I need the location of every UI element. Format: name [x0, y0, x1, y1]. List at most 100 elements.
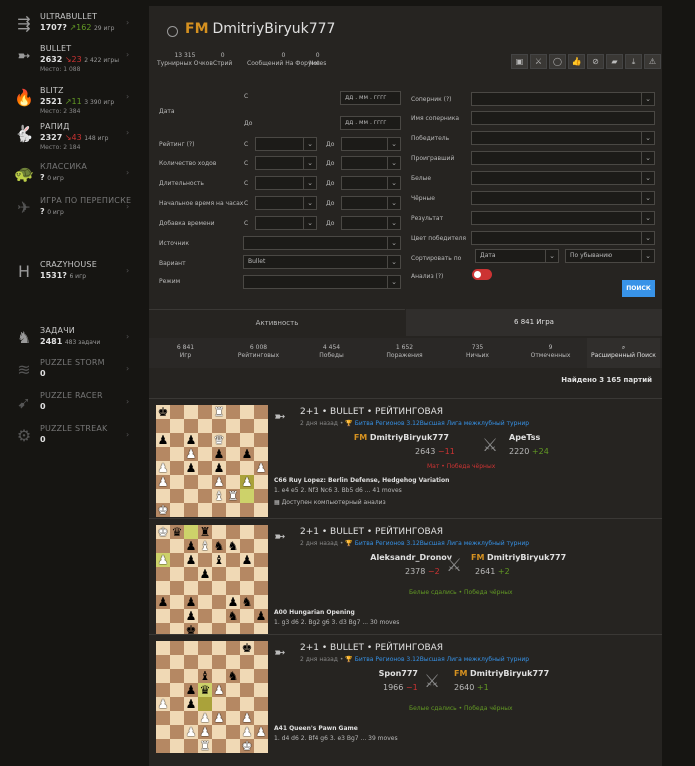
opponent-name-input[interactable]	[471, 111, 655, 125]
block-button[interactable]: ⊘	[587, 54, 604, 69]
stat-0[interactable]: 13 315 Турнирных Очков	[157, 52, 213, 68]
chevron-right-icon: ›	[126, 202, 130, 211]
board-square	[254, 489, 268, 503]
board-square	[184, 503, 198, 517]
white-select[interactable]: ⌄	[471, 171, 655, 185]
stat-3[interactable]: 0 Notes	[309, 52, 326, 68]
opening-name[interactable]: A00 Hungarian Opening	[274, 609, 355, 616]
perf-ultrabullet[interactable]: ⇶ ULTRABULLET 1707? ↗162 29 игр ›	[0, 10, 140, 40]
perf-классика[interactable]: 🐢 КЛАССИКА ? 0 игр ›	[0, 160, 140, 190]
moves-from-label: С	[244, 160, 249, 167]
perf-puzzle-storm[interactable]: ≋ PUZZLE STORM 0 ›	[0, 356, 140, 386]
tab-games[interactable]: 6 841 Игра	[406, 309, 662, 336]
chevron-down-icon: ⌄	[387, 157, 400, 169]
video-button[interactable]: ▣	[511, 54, 528, 69]
clock-increment-from-select[interactable]: ⌄	[255, 216, 317, 230]
black-player[interactable]: FM DmitriyBiryuk777	[454, 669, 549, 678]
board-thumbnail[interactable]: ♚ ♜ ♟ ♟ ♛ ♟ ♟ ♟ ♟ ♟ ♟ ♟ ♟ ♟ ♟ ♝ ♜ ♚	[156, 405, 268, 517]
filter-label: Игр	[179, 352, 192, 359]
analysis-available[interactable]: ▦ Доступен компьютерный анализ	[274, 499, 386, 506]
swords-button[interactable]: ⚔	[530, 54, 547, 69]
board-thumbnail[interactable]: ♚ ♝ ♞ ♟ ♛ ♟ ♟ ♟ ♟ ♟ ♟ ♟ ♟ ♟ ♟ ♜ ♚	[156, 641, 268, 753]
trophy-icon: 🏆	[345, 420, 353, 427]
board-square	[254, 581, 268, 595]
result-select[interactable]: ⌄	[471, 211, 655, 225]
mode-select[interactable]: ⌄	[243, 275, 401, 289]
clock-increment-to-select[interactable]: ⌄	[341, 216, 401, 230]
chevron-down-icon: ⌄	[387, 177, 400, 189]
rating-to-select[interactable]: ⌄	[341, 137, 401, 151]
tournament-link[interactable]: 🏆 Битва Регионов 3.12Высшая Лига межклуб…	[345, 656, 529, 663]
game-row[interactable]: ♚ ♝ ♞ ♟ ♛ ♟ ♟ ♟ ♟ ♟ ♟ ♟ ♟ ♟ ♟ ♜ ♚ ➼ 2+1 • BULLET • РЕЙТИ…	[149, 634, 662, 764]
opening-name[interactable]: A41 Queen's Pawn Game	[274, 725, 358, 732]
game-row[interactable]: ♚ ♛ ♜ ♟ ♝ ♞ ♞ ♟ ♟ ♝ ♟ ♟ ♟ ♟ ♟ ♞ ♟ ♞ ♟ ♚ ➼ 2+1 • BULLET • РЕ…	[149, 518, 662, 637]
winner-select[interactable]: ⌄	[471, 131, 655, 145]
thumbs-up-button[interactable]: 👍	[568, 54, 585, 69]
loser-select[interactable]: ⌄	[471, 151, 655, 165]
perf-задачи[interactable]: ♞ ЗАДАЧИ 2481 483 задачи ›	[0, 324, 140, 354]
game-row[interactable]: ♚ ♜ ♟ ♟ ♛ ♟ ♟ ♟ ♟ ♟ ♟ ♟ ♟ ♟ ♟ ♝ ♜ ♚ ➼ 2+1 • BULLET • РЕЙТ…	[149, 398, 662, 517]
moves-from-select[interactable]: ⌄	[255, 156, 317, 170]
download-button[interactable]: ⤓	[625, 54, 642, 69]
board-thumbnail[interactable]: ♚ ♛ ♜ ♟ ♝ ♞ ♞ ♟ ♟ ♝ ♟ ♟ ♟ ♟ ♟ ♞ ♟ ♞ ♟ ♚	[156, 525, 268, 637]
rating-value: 1966	[383, 683, 404, 692]
tab-activity[interactable]: Активность	[149, 309, 405, 336]
white-player[interactable]: Spon777	[378, 669, 418, 678]
sort-field-select[interactable]: Дата ⌄	[475, 249, 559, 263]
black-player[interactable]: FM DmitriyBiryuk777	[471, 553, 566, 562]
filter-tab-0[interactable]: 6 841 Игр	[149, 338, 222, 368]
analysis-label: Анализ (?)	[411, 273, 444, 280]
rating-from-select[interactable]: ⌄	[255, 137, 317, 151]
blitz-icon: 🔥	[14, 88, 34, 107]
board-square: ♟	[240, 725, 254, 739]
filter-tab-1[interactable]: 6 008 Рейтинговых	[222, 338, 295, 368]
rating-value: 2632	[40, 55, 63, 64]
search-button[interactable]: ПОИСК	[622, 280, 655, 297]
filter-tab-4[interactable]: 735 Ничьих	[441, 338, 514, 368]
tournament-link[interactable]: 🏆 Битва Регионов 3.12Высшая Лига межклуб…	[345, 420, 529, 427]
black-select[interactable]: ⌄	[471, 191, 655, 205]
sort-order-select[interactable]: По убыванию ⌄	[565, 249, 655, 263]
perf-puzzle-racer[interactable]: ➹ PUZZLE RACER 0 ›	[0, 389, 140, 419]
perf-crazyhouse[interactable]: H CRAZYHOUSE 1531? 6 игр ›	[0, 258, 140, 288]
moves-to-select[interactable]: ⌄	[341, 156, 401, 170]
chart-icon: ▦	[274, 499, 280, 506]
board-square: ♞	[226, 609, 240, 623]
rating-label: Рейтинг (?)	[159, 141, 195, 148]
perf-bullet[interactable]: ➼ BULLET 2632 ↘23 2 422 игры Место: 1 08…	[0, 42, 140, 73]
clock-initial-from-select[interactable]: ⌄	[255, 196, 317, 210]
date-from-input[interactable]: дд . мм . гггг	[340, 91, 401, 105]
filter-tab-2[interactable]: 4 454 Победы	[295, 338, 368, 368]
analysis-toggle[interactable]	[472, 269, 492, 280]
black-player[interactable]: ApeTss	[509, 433, 540, 442]
date-to-label: До	[244, 120, 253, 127]
perf-puzzle-streak[interactable]: ⚙ PUZZLE STREAK 0 ›	[0, 422, 140, 452]
opening-name[interactable]: C66 Ruy Lopez: Berlin Defense, Hedgehog …	[274, 477, 449, 484]
book-button[interactable]: ▰	[606, 54, 623, 69]
opponent-select[interactable]: ⌄	[471, 92, 655, 106]
duration-from-select[interactable]: ⌄	[255, 176, 317, 190]
board-square	[212, 419, 226, 433]
board-square: ♟	[184, 725, 198, 739]
perf-blitz[interactable]: 🔥 BLITZ 2521 ↗11 3 390 игр Место: 2 384 …	[0, 84, 140, 115]
duration-to-select[interactable]: ⌄	[341, 176, 401, 190]
perf-рапид[interactable]: 🐇 РАПИД 2327 ↘43 148 игр Место: 2 184 ›	[0, 120, 140, 151]
date-to-input[interactable]: дд . мм . гггг	[340, 116, 401, 130]
filter-tab-3[interactable]: 1 652 Поражения	[368, 338, 441, 368]
chat-button[interactable]: ◯	[549, 54, 566, 69]
perf-игра-по-переписке[interactable]: ✈ ИГРА ПО ПЕРЕПИСКЕ ? 0 игр ›	[0, 194, 140, 224]
clock-initial-to-select[interactable]: ⌄	[341, 196, 401, 210]
filter-tab-6[interactable]: ⌕ Расширенный Поиск	[587, 338, 660, 368]
player-name: DmitriyBiryuk777	[469, 669, 550, 678]
tournament-link[interactable]: 🏆 Битва Регионов 3.12Высшая Лига межклуб…	[345, 540, 529, 547]
book-icon: ▰	[611, 57, 618, 66]
white-player[interactable]: Aleksandr_Dronov	[356, 553, 452, 562]
board-square	[184, 489, 198, 503]
variant-select[interactable]: Bullet ⌄	[243, 255, 401, 269]
filter-tab-5[interactable]: 9 Отмеченных	[514, 338, 587, 368]
white-player[interactable]: FM DmitriyBiryuk777	[349, 433, 449, 442]
winner-color-select[interactable]: ⌄	[471, 231, 655, 245]
flag-button[interactable]: ⚠	[644, 54, 661, 69]
source-select[interactable]: ⌄	[243, 236, 401, 250]
stat-1[interactable]: 0 Стрий	[213, 52, 232, 68]
